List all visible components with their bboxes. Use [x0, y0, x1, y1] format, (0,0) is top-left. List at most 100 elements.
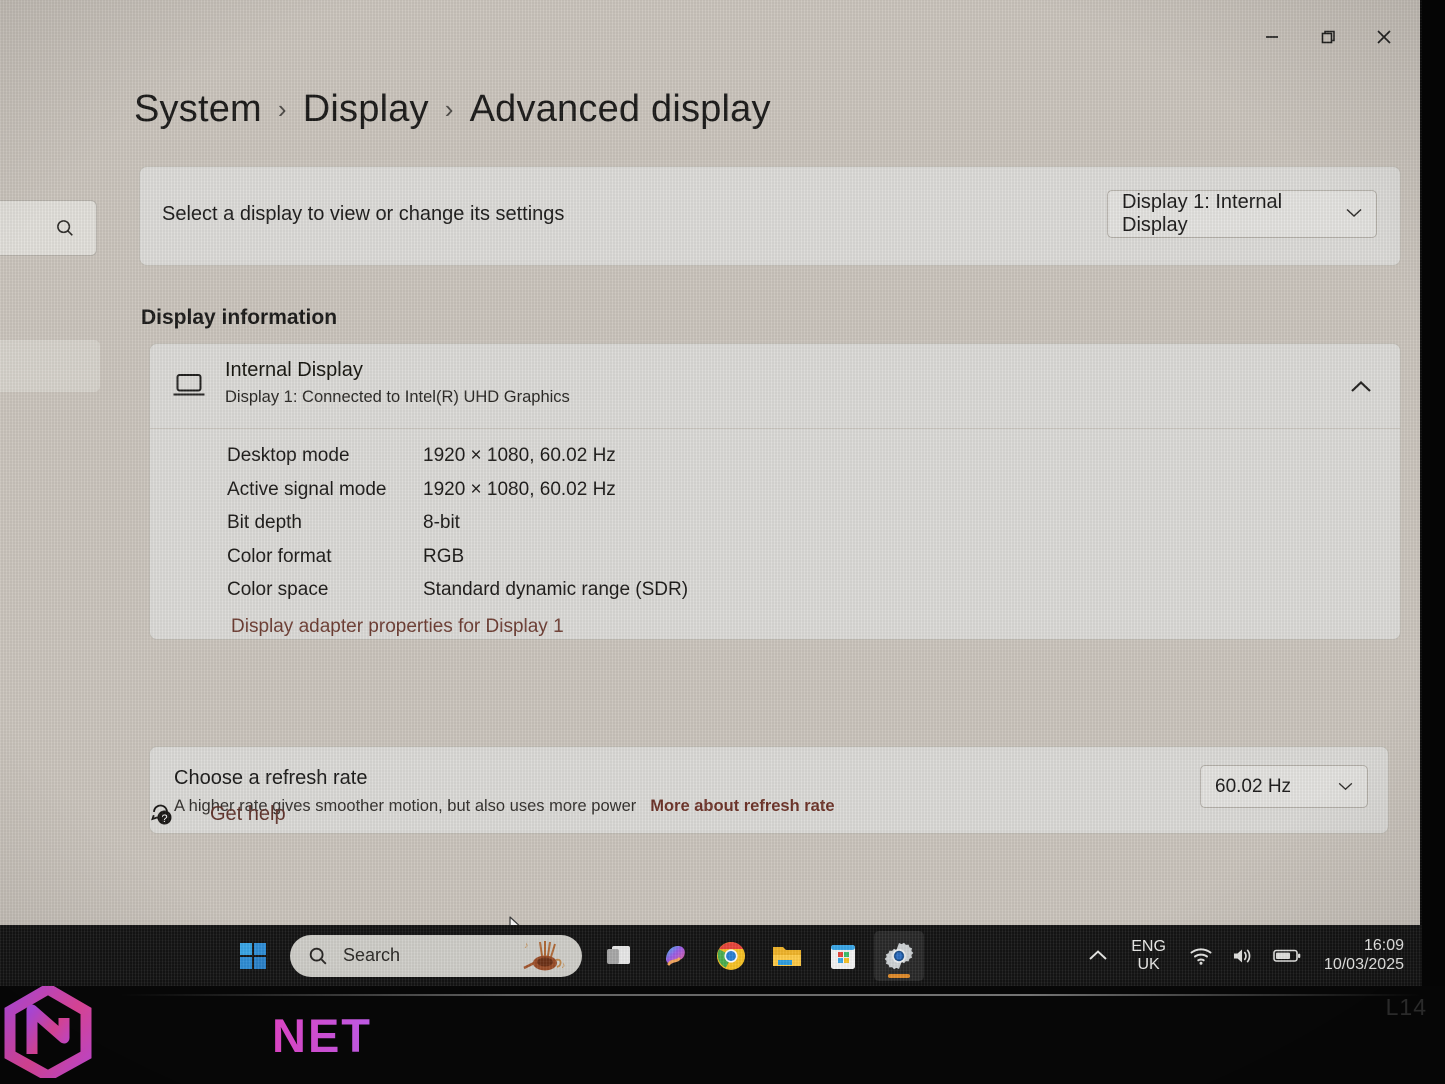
taskbar-search-box[interactable]: Search ♪ ♪ — [290, 934, 582, 977]
help-glyph: ? — [151, 804, 172, 825]
active-app-indicator — [888, 974, 910, 978]
network-button[interactable] — [1180, 933, 1222, 979]
language-secondary: UK — [1137, 955, 1160, 973]
window-controls — [1244, 14, 1412, 60]
breadcrumb: System › Display › Advanced display — [134, 88, 771, 131]
detail-label: Active signal mode — [227, 478, 387, 500]
close-button[interactable] — [1356, 14, 1412, 60]
battery-icon — [1273, 949, 1301, 962]
detail-value: RGB — [423, 545, 465, 567]
file-explorer-button[interactable] — [762, 931, 812, 981]
display-selector-dropdown[interactable]: Display 1: Internal Display — [1107, 190, 1377, 238]
cursor-arrow-icon — [509, 916, 520, 925]
breadcrumb-item-advanced-display: Advanced display — [469, 88, 771, 130]
settings-button[interactable] — [874, 930, 924, 981]
breadcrumb-separator: › — [277, 94, 287, 124]
detail-value: 1920 × 1080, 60.02 Hz — [423, 445, 616, 466]
window-titlebar — [0, 0, 1420, 78]
mouse-cursor — [508, 916, 528, 925]
channel-name-watermark: NET — [272, 1009, 372, 1062]
task-view-button[interactable] — [594, 931, 644, 981]
photo-of-laptop-screen: System › Display › Advanced display Sele… — [0, 0, 1445, 1084]
detail-label: Color space — [227, 579, 329, 600]
copilot-button[interactable] — [650, 931, 700, 981]
breadcrumb-item-system[interactable]: System — [134, 88, 262, 131]
taskbar: Search ♪ ♪ ENG UK 16:09 10/03/2025 — [0, 925, 1422, 986]
channel-logo-watermark — [4, 982, 92, 1083]
detail-label: Color format — [227, 545, 332, 567]
refresh-rate-card: Choose a refresh rate A higher rate give… — [149, 746, 1389, 834]
laptop-model-label: L14 — [1385, 994, 1427, 1020]
minimize-button[interactable] — [1244, 14, 1300, 60]
settings-window: System › Display › Advanced display Sele… — [0, 0, 1420, 925]
refresh-rate-value: 60.02 Hz — [1215, 775, 1292, 797]
detail-row-bit-depth: Bit depth 8-bit — [227, 512, 1400, 546]
copilot-icon — [666, 945, 685, 965]
volume-icon — [1233, 949, 1251, 962]
display-information-heading: Display information — [141, 306, 338, 329]
select-display-card: Select a display to view or change its s… — [139, 166, 1401, 266]
get-help-label: Get help — [210, 802, 286, 825]
search-icon — [309, 947, 327, 964]
battery-button[interactable] — [1264, 933, 1310, 979]
restore-icon — [1321, 30, 1335, 44]
volume-button[interactable] — [1222, 933, 1264, 979]
detail-value: 8-bit — [423, 512, 460, 533]
laptop-display-area: System › Display › Advanced display Sele… — [0, 0, 1422, 986]
display-information-card: Internal Display Display 1: Connected to… — [149, 343, 1401, 640]
show-hidden-icons-button[interactable] — [1079, 933, 1117, 979]
bagpipes-glyph: ♪ ♪ — [523, 940, 566, 970]
laptop-icon — [172, 372, 206, 400]
restore-button[interactable] — [1300, 14, 1356, 60]
gear-icon — [884, 942, 914, 969]
windows-start-icon — [240, 942, 266, 969]
chevron-down-glyph — [1346, 208, 1362, 218]
detail-row-desktop-mode: Desktop mode 1920 × 1080, 60.02 Hz — [227, 445, 1400, 479]
display-detail-list: Desktop mode 1920 × 1080, 60.02 Hz Activ… — [150, 429, 1400, 638]
close-icon — [1377, 30, 1391, 44]
detail-row-active-signal-mode: Active signal mode 1920 × 1080, 60.02 Hz — [227, 479, 1400, 513]
chrome-button[interactable] — [706, 931, 756, 981]
folder-icon — [773, 946, 801, 966]
chevron-down-glyph — [1338, 782, 1353, 790]
chevron-up-icon — [1089, 950, 1107, 960]
display-adapter-properties-link[interactable]: Display adapter properties for Display 1 — [231, 616, 1400, 638]
bagpipes-doodle-icon: ♪ ♪ — [518, 938, 570, 974]
microsoft-store-button[interactable] — [818, 931, 868, 981]
task-view-icon — [607, 945, 630, 964]
detail-label: Bit depth — [227, 512, 302, 533]
detail-label: Desktop mode — [227, 445, 350, 466]
chevron-down-icon — [1346, 206, 1362, 222]
store-icon — [831, 945, 855, 969]
display-header-row[interactable]: Internal Display Display 1: Connected to… — [150, 344, 1400, 429]
taskbar-search-placeholder: Search — [343, 945, 401, 965]
chevron-up-icon — [1351, 380, 1371, 392]
display-connection-info: Display 1: Connected to Intel(R) UHD Gra… — [225, 388, 570, 406]
bezel-light-reflection — [120, 994, 1420, 996]
get-help-link[interactable]: ? Get help — [148, 800, 286, 828]
svg-text:♪: ♪ — [561, 960, 566, 970]
svg-text:?: ? — [161, 813, 167, 825]
hexagon-logo-icon — [4, 982, 92, 1083]
language-indicator[interactable]: ENG UK — [1117, 933, 1180, 979]
clock-date: 10/03/2025 — [1323, 955, 1404, 973]
minimize-icon — [1266, 36, 1278, 38]
wifi-icon — [1190, 947, 1212, 965]
breadcrumb-separator: › — [444, 94, 454, 124]
svg-text:♪: ♪ — [524, 940, 529, 950]
start-button[interactable] — [228, 931, 278, 981]
detail-row-color-space: Color space Standard dynamic range (SDR) — [227, 579, 1400, 613]
clock-time: 16:09 — [1363, 937, 1404, 955]
refresh-rate-dropdown[interactable]: 60.02 Hz — [1200, 765, 1368, 808]
system-tray: ENG UK 16:09 10/03/2025 — [1079, 925, 1410, 986]
display-selector-value: Display 1: Internal Display — [1122, 191, 1283, 236]
collapse-toggle-button[interactable] — [1344, 372, 1378, 400]
more-about-refresh-rate-link[interactable]: More about refresh rate — [650, 797, 834, 816]
taskbar-items: Search ♪ ♪ — [228, 925, 924, 986]
help-icon: ? — [148, 800, 176, 828]
settings-content: System › Display › Advanced display Sele… — [0, 78, 1420, 925]
breadcrumb-item-display[interactable]: Display — [303, 88, 429, 131]
display-name: Internal Display — [225, 359, 363, 381]
detail-value: Standard dynamic range (SDR) — [423, 579, 689, 600]
clock[interactable]: 16:09 10/03/2025 — [1310, 933, 1410, 979]
